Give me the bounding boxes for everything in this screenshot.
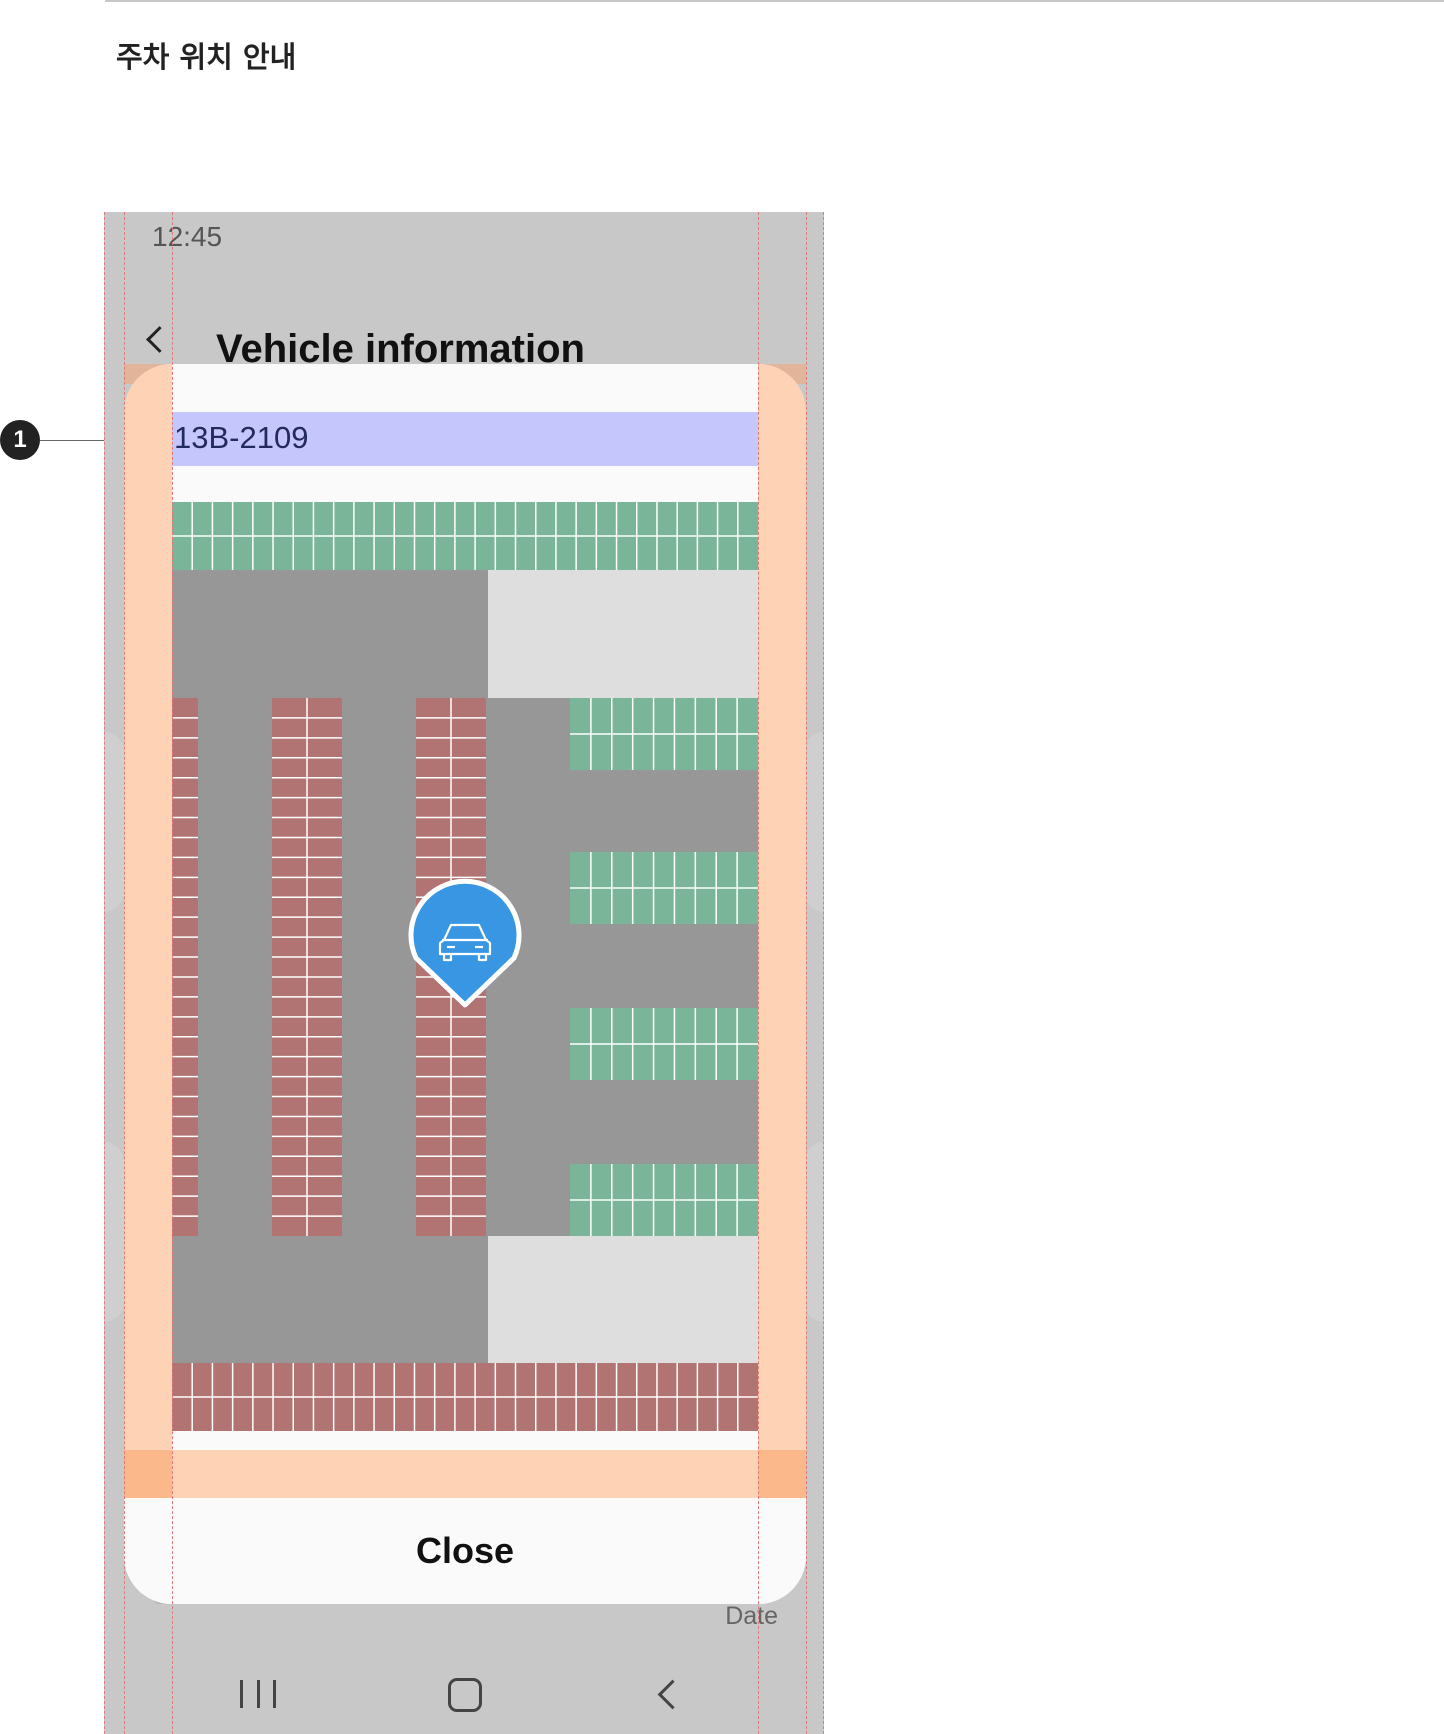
back-arrow-icon[interactable] bbox=[146, 326, 173, 353]
background-card-edge bbox=[804, 1142, 824, 1322]
guide-line bbox=[806, 212, 807, 1734]
parking-map[interactable] bbox=[172, 502, 758, 1450]
close-button[interactable]: Close bbox=[124, 1498, 806, 1604]
guide-line bbox=[172, 212, 173, 1734]
background-date-label: Date bbox=[725, 1602, 778, 1630]
guide-line bbox=[823, 212, 824, 1734]
occupied-space-block bbox=[172, 698, 198, 1236]
empty-area bbox=[488, 1236, 758, 1363]
page-title: 주차 위치 안내 bbox=[116, 40, 297, 74]
callout-marker: 1 bbox=[0, 420, 40, 460]
margin-guide bbox=[124, 1450, 172, 1498]
margin-guide bbox=[758, 364, 806, 1450]
empty-area bbox=[488, 570, 758, 698]
phone-screen: 12:45 Vehicle information Date 13B-2109 … bbox=[104, 212, 824, 1734]
back-icon[interactable] bbox=[657, 1679, 688, 1710]
system-nav-bar bbox=[104, 1652, 824, 1734]
driving-lane bbox=[488, 698, 758, 1236]
status-time: 12:45 bbox=[152, 221, 223, 252]
background-card-edge bbox=[804, 732, 824, 912]
guide-line bbox=[104, 212, 105, 1734]
vehicle-location-sheet: 13B-2109 Close bbox=[124, 364, 806, 1604]
background-card-edge bbox=[104, 732, 124, 912]
top-divider bbox=[105, 0, 1444, 2]
margin-guide bbox=[758, 1450, 806, 1498]
parking-map-drawing bbox=[172, 502, 758, 1431]
home-icon[interactable] bbox=[448, 1678, 482, 1712]
plate-number-bar: 13B-2109 bbox=[172, 412, 758, 466]
margin-guide bbox=[124, 1450, 806, 1498]
margin-guide bbox=[124, 364, 172, 1450]
recents-icon[interactable] bbox=[240, 1680, 276, 1708]
plate-number: 13B-2109 bbox=[174, 420, 309, 455]
guide-line bbox=[124, 212, 125, 1734]
background-card-edge bbox=[104, 1142, 124, 1322]
guide-line bbox=[758, 212, 759, 1734]
